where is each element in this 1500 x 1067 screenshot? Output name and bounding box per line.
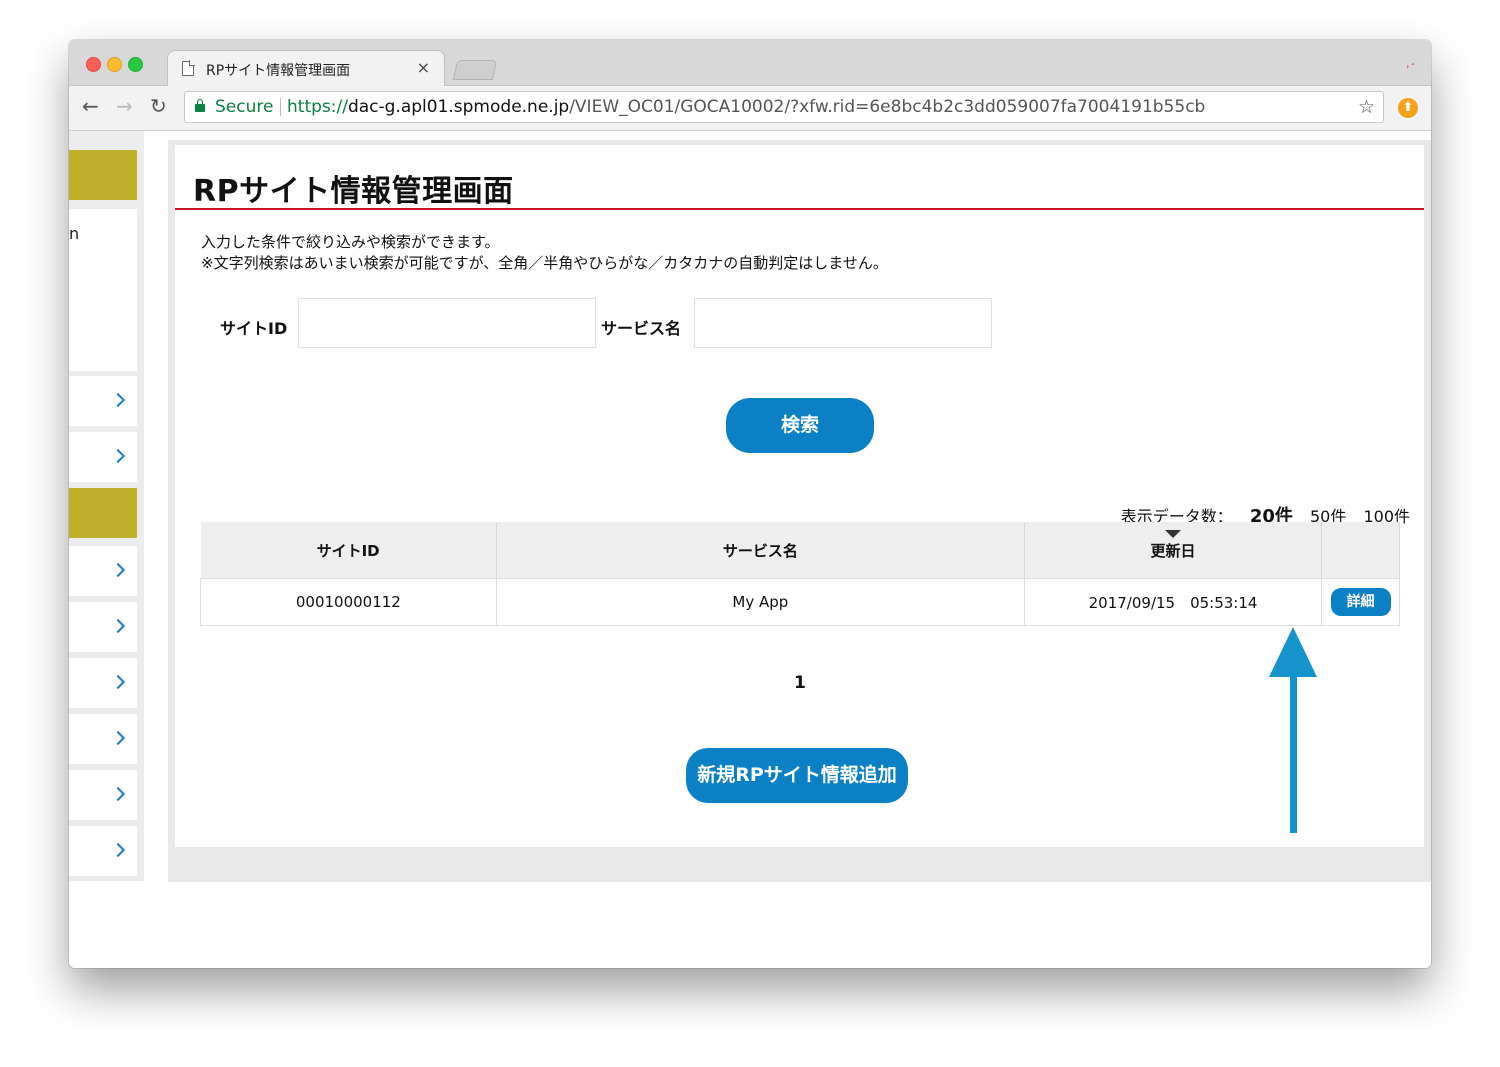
address-divider xyxy=(280,98,281,116)
results-table: サイトID サービス名 更新日 00010000112 My App 2017/… xyxy=(200,522,1400,626)
sidebar-item[interactable] xyxy=(69,546,137,596)
chevron-right-icon xyxy=(110,842,126,858)
new-tab-button[interactable] xyxy=(452,60,498,80)
minimize-window-button[interactable] xyxy=(107,57,122,72)
lock-icon xyxy=(195,99,205,112)
chevron-right-icon xyxy=(110,674,126,690)
sidebar-item[interactable] xyxy=(69,432,137,482)
content-frame: RPサイト情報管理画面 入力した条件で絞り込みや検索ができます。 ※文字列検索は… xyxy=(168,140,1431,882)
sidebar-section-block xyxy=(69,488,137,538)
close-window-button[interactable] xyxy=(86,57,101,72)
url-text: https://dac-g.apl01.spmode.ne.jp/VIEW_OC… xyxy=(287,92,1205,122)
sort-desc-icon xyxy=(1165,530,1182,538)
column-header-action xyxy=(1321,522,1400,579)
url-host: dac-g.apl01.spmode.ne.jp xyxy=(347,97,570,117)
address-bar[interactable]: Secure https://dac-g.apl01.spmode.ne.jp/… xyxy=(184,91,1384,123)
column-header-updated-label: 更新日 xyxy=(1150,541,1196,560)
sidebar-header-block xyxy=(69,150,137,200)
reload-icon[interactable]: ↻ xyxy=(150,94,167,118)
tab-title: RPサイト情報管理画面 xyxy=(206,63,351,79)
main-content: RPサイト情報管理画面 入力した条件で絞り込みや検索ができます。 ※文字列検索は… xyxy=(175,145,1424,847)
pagination-page[interactable]: 1 xyxy=(794,673,806,693)
title-underline xyxy=(175,208,1424,210)
security-label: Secure xyxy=(215,97,274,117)
forward-icon[interactable]: → xyxy=(116,94,133,118)
tab-strip: RPサイト情報管理画面 × ̹. xyxy=(69,40,1431,86)
detail-button[interactable]: 詳細 xyxy=(1330,588,1391,616)
service-name-input[interactable] xyxy=(694,298,992,348)
sidebar-item[interactable] xyxy=(69,376,137,426)
chevron-right-icon xyxy=(110,618,126,634)
table-header-row: サイトID サービス名 更新日 xyxy=(200,522,1400,579)
cell-site-id: 00010000112 xyxy=(200,578,497,626)
sidebar-item[interactable] xyxy=(69,658,137,708)
column-header-service-name[interactable]: サービス名 xyxy=(496,522,1025,579)
search-button[interactable]: 検索 xyxy=(726,398,874,453)
description-line-2: ※文字列検索はあいまい検索が可能ですが、全角／半角やひらがな／カタカナの自動判定… xyxy=(201,254,888,272)
sidebar: n xyxy=(69,131,144,881)
url-path: /VIEW_OC01/GOCA10002/?xfw.rid=6e8bc4b2c3… xyxy=(569,97,1206,117)
chevron-right-icon xyxy=(110,730,126,746)
site-id-input[interactable] xyxy=(298,298,596,348)
sidebar-item[interactable] xyxy=(69,770,137,820)
page-title: RPサイト情報管理画面 xyxy=(193,174,514,209)
cell-action: 詳細 xyxy=(1321,578,1400,626)
document-icon xyxy=(182,60,195,76)
column-header-site-id[interactable]: サイトID xyxy=(200,522,497,579)
chevron-right-icon xyxy=(110,562,126,578)
chevron-right-icon xyxy=(110,448,126,464)
zoom-window-button[interactable] xyxy=(128,57,143,72)
cell-updated: 2017/09/15 05:53:14 xyxy=(1023,578,1323,626)
table-row: 00010000112 My App 2017/09/15 05:53:14 詳… xyxy=(200,578,1400,626)
description-line-1: 入力した条件で絞り込みや検索ができます。 xyxy=(201,233,500,251)
annotation-arrow-shaft xyxy=(1290,676,1297,833)
bookmark-star-icon[interactable]: ☆ xyxy=(1358,92,1375,122)
page-viewport: n RPサイト情報管理画面 入力した条件で絞り込みや検索ができます。 ※文字列検… xyxy=(69,131,1431,968)
back-icon[interactable]: ← xyxy=(82,94,99,118)
tab-close-icon[interactable]: × xyxy=(417,58,430,77)
sidebar-info-panel: n xyxy=(69,209,137,371)
sidebar-item[interactable] xyxy=(69,826,137,876)
annotation-arrow-head xyxy=(1269,627,1317,677)
sidebar-item[interactable] xyxy=(69,602,137,652)
cell-service-name: My App xyxy=(495,578,1025,626)
site-id-label: サイトID xyxy=(220,319,288,338)
chevron-right-icon xyxy=(110,786,126,802)
column-header-updated[interactable]: 更新日 xyxy=(1024,522,1323,579)
url-scheme: https:// xyxy=(287,97,348,117)
chevron-right-icon xyxy=(110,392,126,408)
browser-toolbar: ← → ↻ Secure https://dac-g.apl01.spmode.… xyxy=(69,86,1431,131)
extension-icon[interactable]: ̹. xyxy=(1411,54,1415,69)
add-rp-site-button[interactable]: 新規RPサイト情報追加 xyxy=(686,748,908,803)
browser-tab[interactable]: RPサイト情報管理画面 × xyxy=(167,50,445,86)
sidebar-partial-text: n xyxy=(69,224,80,243)
service-name-label: サービス名 xyxy=(601,319,682,338)
sidebar-item[interactable] xyxy=(69,714,137,764)
extension-upload-icon[interactable]: ⬆ xyxy=(1398,98,1418,118)
browser-window: RPサイト情報管理画面 × ̹. ← → ↻ Secure https://da… xyxy=(69,40,1431,968)
